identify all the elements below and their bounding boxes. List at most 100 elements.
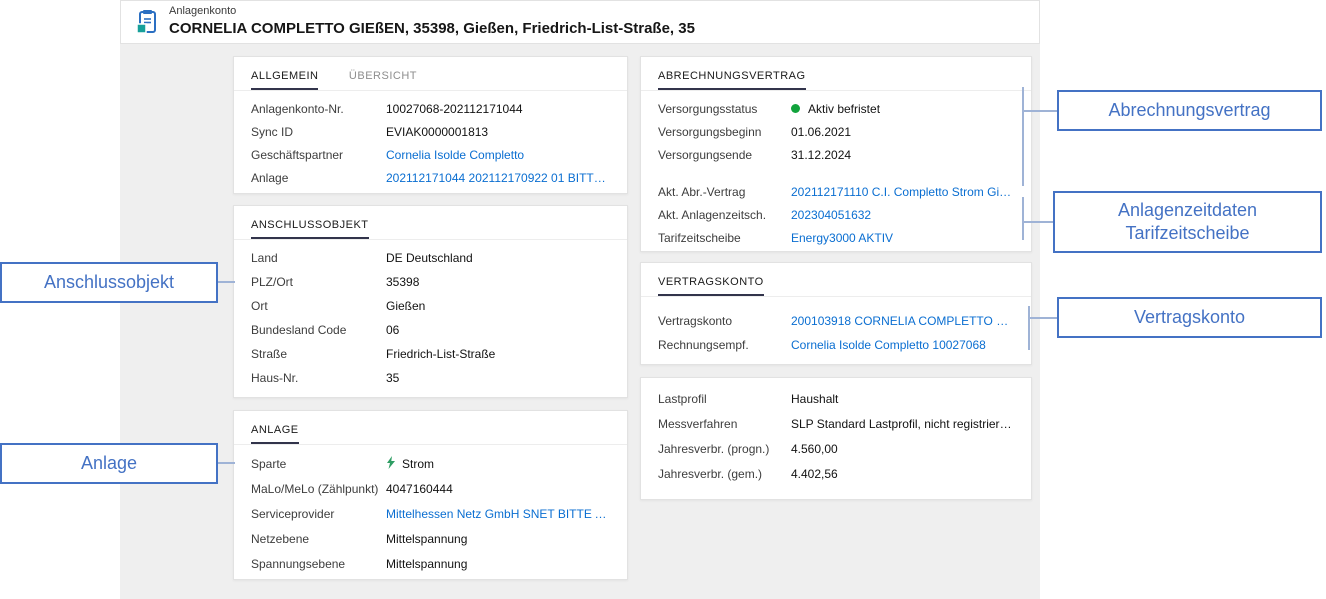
field-value: 10027068-202112171044 [386,102,610,116]
field-label: Versorgungsstatus [658,102,791,116]
field-label: Ort [251,299,386,313]
field-row: MaLo/MeLo (Zählpunkt) 4047160444 [251,476,610,501]
callout-connector-line [1023,221,1053,223]
callout-label: Tarifzeitscheibe [1125,222,1249,245]
sparte-value: Strom [402,457,434,471]
field-row: Anlage 202112171044 202112170922 01 BITT… [251,166,610,189]
field-label: Anlagenkonto-Nr. [251,102,386,116]
field-row: Anlagenkonto-Nr. 10027068-202112171044 [251,97,610,120]
field-label: Lastprofil [658,392,791,406]
field-list: Lastprofil Haushalt Messverfahren SLP St… [641,378,1031,492]
field-row: Sync ID EVIAK0000001813 [251,120,610,143]
field-list: Versorgungsstatus Aktiv befristet Versor… [641,91,1031,252]
field-value: 06 [386,323,610,337]
field-row: Geschäftspartner Cornelia Isolde Complet… [251,143,610,166]
section-title-vertragskonto: VERTRAGSKONTO [658,276,764,296]
app-header: Anlagenkonto CORNELIA COMPLETTO GIEßEN, … [120,0,1040,44]
field-row: Ort Gießen [251,294,610,318]
field-row: Akt. Anlagenzeitsch. 202304051632 [658,203,1014,226]
field-row: Tarifzeitscheibe Energy3000 AKTIV [658,226,1014,249]
lightning-bolt-icon [386,456,396,472]
field-row: Jahresverbr. (gem.) 4.402,56 [658,461,1014,486]
field-label: MaLo/MeLo (Zählpunkt) [251,482,386,496]
field-value: Haushalt [791,392,1014,406]
card-allgemein: ALLGEMEIN ÜBERSICHT Anlagenkonto-Nr. 100… [233,56,628,194]
status-active-dot-icon [791,104,800,113]
vertragskonto-link[interactable]: 200103918 CORNELIA COMPLETTO GIEßEN [791,314,1014,328]
field-row: Versorgungsende 31.12.2024 [658,143,1014,166]
callout-anschlussobjekt: Anschlussobjekt [0,262,218,303]
field-row: Bundesland Code 06 [251,318,610,342]
tarifzeitscheibe-link[interactable]: Energy3000 AKTIV [791,231,1014,245]
callout-label: Abrechnungsvertrag [1108,99,1270,122]
anlagenkonto-icon [134,9,160,35]
tab-allgemein[interactable]: ALLGEMEIN [251,70,318,90]
field-label: Spannungsebene [251,557,386,571]
field-label: Akt. Abr.-Vertrag [658,185,791,199]
callout-connector-line [1029,317,1057,319]
app-label: Anlagenkonto [169,5,695,19]
field-value: 35 [386,371,610,385]
callout-connector-line [218,462,235,464]
callout-label: Anlage [81,452,137,475]
field-row: Straße Friedrich-List-Straße [251,342,610,366]
card-vertragskonto: VERTRAGSKONTO Vertragskonto 200103918 CO… [640,262,1032,365]
field-label: Serviceprovider [251,507,386,521]
field-value: Strom [386,456,610,472]
card-anschlussobjekt: ANSCHLUSSOBJEKT Land DE Deutschland PLZ/… [233,205,628,398]
field-label: Jahresverbr. (gem.) [658,467,791,481]
field-value: 01.06.2021 [791,125,1014,139]
field-row: Jahresverbr. (progn.) 4.560,00 [658,436,1014,461]
tab-bar: ALLGEMEIN ÜBERSICHT [234,57,627,91]
field-row: Land DE Deutschland [251,246,610,270]
field-value: DE Deutschland [386,251,610,265]
anlage-link[interactable]: 202112171044 202112170922 01 BITTE AENDE… [386,171,610,185]
callout-label: Anschlussobjekt [44,271,174,294]
status-text: Aktiv befristet [808,102,880,116]
callout-connector-line [218,281,235,283]
callout-connector-line [1023,110,1057,112]
field-list: Anlagenkonto-Nr. 10027068-202112171044 S… [234,91,627,194]
field-value: 4.560,00 [791,442,1014,456]
abr-vertrag-link[interactable]: 202112171110 C.I. Completto Strom Gießen [791,185,1014,199]
card-abrechnungsvertrag: ABRECHNUNGSVERTRAG Versorgungsstatus Akt… [640,56,1032,252]
field-row: Akt. Abr.-Vertrag 202112171110 C.I. Comp… [658,180,1014,203]
field-row: PLZ/Ort 35398 [251,270,610,294]
field-label: Geschäftspartner [251,148,386,162]
anlagenzeitscheibe-link[interactable]: 202304051632 [791,208,1014,222]
field-row: Versorgungsstatus Aktiv befristet [658,97,1014,120]
field-label: Akt. Anlagenzeitsch. [658,208,791,222]
callout-label: Anlagenzeitdaten [1118,199,1257,222]
card-header: ABRECHNUNGSVERTRAG [641,57,1031,91]
field-row: Sparte Strom [251,451,610,476]
field-label: Anlage [251,171,386,185]
field-value: Gießen [386,299,610,313]
field-list: Vertragskonto 200103918 CORNELIA COMPLET… [641,297,1031,363]
callout-bracket-line [1022,197,1024,240]
field-row: Spannungsebene Mittelspannung [251,551,610,576]
card-header: ANLAGE [234,411,627,445]
field-label: Sync ID [251,125,386,139]
field-row: Serviceprovider Mittelhessen Netz GmbH S… [251,501,610,526]
tab-uebersicht[interactable]: ÜBERSICHT [349,70,417,90]
field-value: SLP Standard Lastprofil, nicht registrie… [791,417,1014,431]
card-anlage: ANLAGE Sparte Strom MaLo/MeLo (Zählpunkt… [233,410,628,580]
field-list: Sparte Strom MaLo/MeLo (Zählpunkt) 40471… [234,445,627,580]
field-value: 35398 [386,275,610,289]
field-label: PLZ/Ort [251,275,386,289]
callout-bracket-line [1028,306,1030,350]
field-label: Messverfahren [658,417,791,431]
field-value: Mittelspannung [386,557,610,571]
field-label: Tarifzeitscheibe [658,231,791,245]
field-label: Jahresverbr. (progn.) [658,442,791,456]
geschaeftspartner-link[interactable]: Cornelia Isolde Completto [386,148,610,162]
callout-vertragskonto: Vertragskonto [1057,297,1322,338]
card-verbrauchsdaten: Lastprofil Haushalt Messverfahren SLP St… [640,377,1032,500]
serviceprovider-link[interactable]: Mittelhessen Netz GmbH SNET BITTE AENDER… [386,507,610,521]
callout-abrechnungsvertrag: Abrechnungsvertrag [1057,90,1322,131]
field-label: Versorgungsbeginn [658,125,791,139]
rechnungsempfaenger-link[interactable]: Cornelia Isolde Completto 10027068 [791,338,1014,352]
field-label: Straße [251,347,386,361]
field-row: Lastprofil Haushalt [658,386,1014,411]
field-value: Mittelspannung [386,532,610,546]
